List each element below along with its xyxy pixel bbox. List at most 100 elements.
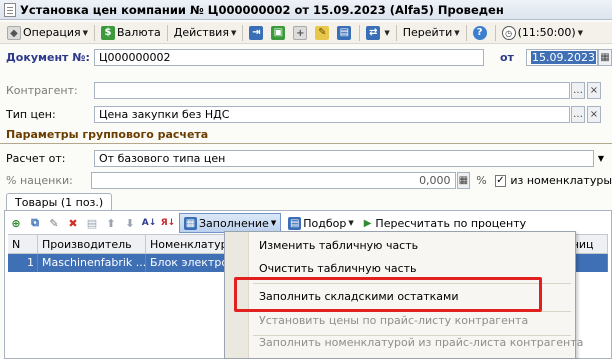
- chevron-down-icon: ▼: [577, 28, 584, 37]
- date-value: 15.09.2023: [531, 51, 596, 64]
- contractor-label: Контрагент:: [6, 84, 78, 97]
- document-number-label: Документ №:: [6, 51, 90, 64]
- date-field[interactable]: 15.09.2023: [526, 49, 598, 66]
- cell-n: 1: [8, 254, 38, 272]
- price-type-row: Тип цен: Цена закупки без НДС … ×: [0, 106, 612, 123]
- percent-sign: %: [476, 174, 487, 187]
- calc-from-label: Расчет от:: [6, 152, 66, 165]
- move-up-icon[interactable]: ⬆: [103, 215, 119, 231]
- cell-manufacturer: Maschinenfabrik ...: [38, 254, 146, 272]
- menu-item-set-prices-pricelist[interactable]: Установить цены по прайс-листу контраген…: [225, 310, 575, 332]
- toolbar-separator: [166, 24, 168, 41]
- fill-button[interactable]: ▦ Заполнение ▼: [179, 213, 282, 233]
- markup-label: % наценки:: [6, 174, 73, 187]
- calc-from-row: Расчет от: От базового типа цен ▼: [0, 150, 612, 167]
- add-button[interactable]: +: [290, 23, 312, 43]
- column-header-manufacturer[interactable]: Производитель: [38, 235, 146, 253]
- from-nomenclature-label: из номенклатуры: [510, 174, 612, 187]
- selection-button[interactable]: ▤ Подбор ▼: [285, 213, 357, 233]
- goto-button[interactable]: Перейти ▼: [400, 23, 463, 43]
- selection-icon: ▤: [288, 216, 302, 230]
- chevron-down-icon: ▼: [230, 28, 237, 37]
- window-title: Установка цен компании № Ц000000002 от 1…: [20, 2, 504, 17]
- add-row-icon[interactable]: ⊕: [8, 215, 24, 231]
- delete-row-icon[interactable]: ✖: [65, 215, 81, 231]
- end-edit-icon[interactable]: ▤: [84, 215, 100, 231]
- column-header-n[interactable]: N: [8, 235, 38, 253]
- structure-button[interactable]: ⇄ ▼: [363, 23, 392, 43]
- selection-label: Подбор: [303, 216, 347, 230]
- menu-item-fill-from-pricelist[interactable]: Заполнить номенклатурой из прайс-листа к…: [225, 332, 583, 354]
- chevron-down-icon: ▼: [82, 28, 88, 37]
- document-number-field[interactable]: Ц000000002: [94, 49, 484, 66]
- contractor-field[interactable]: [94, 82, 570, 99]
- chevron-down-icon: ▼: [270, 219, 277, 227]
- toolbar-separator: [494, 24, 496, 41]
- movements-button[interactable]: ▤: [334, 23, 356, 43]
- actions-button[interactable]: Действия ▼: [171, 23, 240, 43]
- contractor-row: Контрагент: … ×: [0, 82, 612, 99]
- copy-row-icon[interactable]: ⧉: [27, 215, 43, 231]
- calendar-button[interactable]: ▦: [598, 49, 612, 66]
- goto-label: Перейти: [402, 26, 453, 39]
- chevron-down-icon[interactable]: ▼: [594, 154, 608, 163]
- section-divider: [0, 143, 612, 144]
- chevron-down-icon: ▼: [348, 219, 354, 227]
- price-type-field[interactable]: Цена закупки без НДС: [94, 106, 570, 123]
- clock-icon: ◷: [501, 25, 516, 40]
- sort-asc-icon[interactable]: A↓: [141, 215, 157, 231]
- markup-row: % наценки: 0,000 ▦ % ✓ из номенклатуры: [0, 172, 612, 189]
- help-icon: ?: [472, 25, 487, 40]
- markup-field[interactable]: 0,000: [91, 172, 456, 189]
- main-toolbar: ◆ Операция ▼ $ Валюта Действия ▼ ⇥ ▣ + ✎…: [0, 22, 612, 44]
- fill-label: Заполнение: [199, 216, 269, 230]
- document-icon: [4, 2, 16, 17]
- operation-button[interactable]: ◆ Операция ▼: [4, 23, 91, 43]
- operation-label: Операция: [23, 26, 81, 39]
- fill-icon: ▦: [184, 216, 197, 230]
- toolbar-separator: [395, 24, 397, 41]
- contractor-clear-button[interactable]: ×: [587, 82, 601, 99]
- toolbar-separator: [359, 24, 361, 41]
- move-down-icon[interactable]: ⬇: [122, 215, 138, 231]
- recalc-label: Пересчитать по проценту: [375, 216, 527, 230]
- post-icon: ⇥: [249, 25, 264, 40]
- calc-from-field[interactable]: От базового типа цен: [94, 150, 594, 167]
- window-titlebar: Установка цен компании № Ц000000002 от 1…: [0, 0, 612, 20]
- edit-button[interactable]: ✎: [312, 23, 334, 43]
- price-type-select-button[interactable]: …: [571, 106, 585, 123]
- contractor-select-button[interactable]: …: [571, 82, 585, 99]
- document-number-row: Документ №: Ц000000002 от 15.09.2023 ▦: [0, 49, 612, 66]
- time-label: (11:50:00): [517, 26, 576, 39]
- currency-button[interactable]: $ Валюта: [98, 23, 164, 43]
- edit-icon: ✎: [315, 25, 330, 40]
- operation-icon: ◆: [7, 25, 21, 40]
- post-button[interactable]: ▣: [268, 23, 290, 43]
- toolbar-separator: [94, 24, 95, 41]
- recalc-button[interactable]: ▶ Пересчитать по проценту: [361, 213, 529, 233]
- actions-label: Действия: [173, 26, 229, 39]
- from-nomenclature-checkbox[interactable]: ✓: [494, 174, 507, 187]
- play-icon: ▶: [363, 217, 372, 229]
- date-label: от: [500, 51, 514, 64]
- post-and-close-button[interactable]: ⇥: [246, 23, 268, 43]
- sort-desc-icon[interactable]: Я↓: [160, 215, 176, 231]
- chevron-down-icon: ▼: [384, 28, 390, 37]
- price-type-clear-button[interactable]: ×: [587, 106, 601, 123]
- markup-calc-button[interactable]: ▦: [456, 172, 471, 189]
- tab-goods[interactable]: Товары (1 поз.): [6, 193, 113, 211]
- menu-item-edit-table[interactable]: Изменить табличную часть: [225, 235, 575, 257]
- group-params-title: Параметры группового расчета: [6, 128, 209, 141]
- help-button[interactable]: ?: [470, 23, 492, 43]
- add-document-icon: +: [293, 25, 308, 40]
- time-button[interactable]: ◷ (11:50:00) ▼: [499, 23, 586, 43]
- price-type-label: Тип цен:: [6, 108, 56, 121]
- table-toolbar: ⊕ ⧉ ✎ ✖ ▤ ⬆ ⬇ A↓ Я↓ ▦ Заполнение ▼ ▤ Под…: [8, 213, 529, 233]
- edit-row-icon[interactable]: ✎: [46, 215, 62, 231]
- tab-bar: Товары (1 поз.): [6, 193, 113, 211]
- dollar-icon: $: [101, 25, 115, 40]
- toolbar-separator: [242, 24, 244, 41]
- toolbar-separator: [465, 24, 467, 41]
- highlight-frame: [234, 277, 542, 312]
- movements-icon: ▤: [337, 25, 352, 40]
